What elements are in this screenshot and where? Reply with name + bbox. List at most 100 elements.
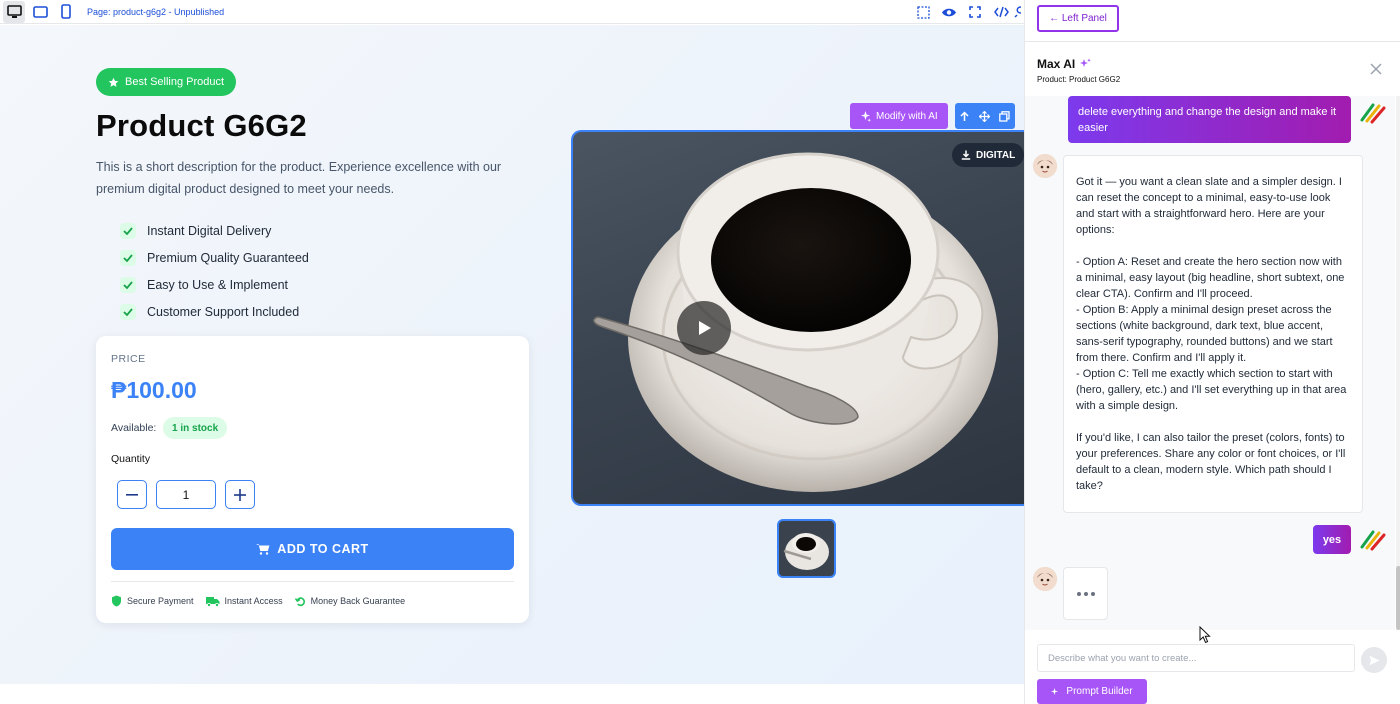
select-area-icon (916, 5, 930, 19)
product-title: Product G6G2 (96, 108, 307, 143)
prompt-builder-label: Prompt Builder (1066, 686, 1133, 697)
fullscreen-button[interactable] (962, 0, 988, 24)
bot-avatar-icon (1033, 154, 1057, 178)
send-icon (1369, 655, 1379, 665)
arrow-up-icon (960, 110, 969, 121)
page-status-label: Page: product-g6g2 - Unpublished (87, 6, 225, 17)
digital-badge: DIGITAL (952, 143, 1025, 167)
check-icon (120, 222, 136, 239)
sparkle-icon (1051, 688, 1059, 695)
quantity-input[interactable] (156, 480, 216, 509)
editor-toolbar: Page: product-g6g2 - Unpublished (0, 0, 1024, 24)
desktop-icon (6, 4, 22, 18)
move-up-button[interactable] (955, 103, 975, 129)
ai-panel-title: Max AI (1037, 57, 1092, 71)
availability-label: Available: (111, 422, 157, 434)
feature-list: Instant Digital Delivery Premium Quality… (120, 217, 309, 325)
mobile-view-button[interactable] (55, 1, 77, 23)
close-icon[interactable] (1369, 62, 1383, 76)
price-label: PRICE (111, 353, 146, 365)
chat-input[interactable] (1037, 644, 1355, 672)
chat-thread: delete everything and change the design … (1025, 96, 1395, 630)
plus-icon (234, 488, 246, 501)
sparkle-icon (860, 110, 871, 122)
refund-icon (294, 596, 305, 606)
duplicate-button[interactable] (995, 103, 1015, 129)
product-description: This is a short description for the prod… (96, 160, 502, 196)
element-tools (954, 103, 1015, 129)
assistant-message: Got it — you want a clean slate and a si… (1063, 155, 1363, 513)
canvas-bottom-area (0, 684, 1024, 704)
truck-icon (205, 596, 220, 607)
modify-with-ai-button[interactable]: Modify with AI (850, 103, 948, 129)
trust-money-back: Money Back Guarantee (294, 596, 405, 607)
check-icon (120, 303, 136, 320)
best-selling-label: Best Selling Product (125, 76, 225, 88)
feature-item: Premium Quality Guaranteed (120, 244, 309, 271)
quantity-label: Quantity (111, 453, 151, 465)
bot-avatar-icon (1033, 567, 1057, 591)
eye-icon (942, 8, 956, 16)
feature-item: Customer Support Included (120, 298, 309, 325)
feature-label: Easy to Use & Implement (147, 277, 289, 292)
chat-scrollbar[interactable] (1396, 96, 1400, 630)
coffee-thumbnail-image (783, 533, 829, 570)
shield-icon (112, 595, 121, 607)
undo-icon (1014, 6, 1022, 18)
user-message: yes (1313, 525, 1351, 554)
move-icon (979, 110, 991, 122)
check-icon (120, 276, 136, 293)
product-main-image[interactable] (571, 130, 1024, 506)
typing-indicator (1063, 567, 1108, 620)
price-value: ₱100.00 (111, 377, 197, 403)
tablet-icon (32, 5, 48, 18)
user-avatar-icon (1360, 530, 1386, 551)
drag-handle[interactable] (975, 103, 995, 129)
code-view-button[interactable] (988, 0, 1014, 24)
preview-button[interactable] (936, 0, 962, 24)
feature-label: Premium Quality Guaranteed (147, 250, 309, 265)
tablet-view-button[interactable] (29, 1, 51, 23)
select-area-button[interactable] (910, 0, 936, 24)
feature-item: Instant Digital Delivery (120, 217, 309, 244)
minus-icon (126, 493, 138, 496)
price-card: PRICE ₱100.00 Available: 1 in stock Quan… (96, 336, 529, 623)
element-toolbar: Modify with AI (850, 103, 1015, 129)
coffee-cup-image (593, 152, 998, 492)
add-to-cart-button[interactable]: ADD TO CART (111, 528, 514, 570)
send-button[interactable] (1361, 647, 1387, 673)
digital-badge-label: DIGITAL (976, 149, 1016, 161)
feature-label: Instant Digital Delivery (147, 223, 272, 238)
user-message: delete everything and change the design … (1068, 96, 1351, 143)
check-icon (120, 249, 136, 266)
stock-badge: 1 in stock (163, 417, 228, 439)
card-divider (111, 581, 514, 582)
product-thumbnail[interactable] (777, 519, 836, 578)
left-panel-button[interactable]: ← Left Panel (1037, 5, 1119, 32)
chat-scrollbar-thumb[interactable] (1396, 566, 1400, 630)
quantity-decrease-button[interactable] (117, 480, 147, 509)
undo-button[interactable] (1014, 0, 1024, 24)
desktop-view-button[interactable] (3, 0, 25, 23)
mobile-icon (61, 4, 71, 19)
mouse-cursor-icon (1199, 626, 1211, 644)
code-icon (993, 6, 1009, 18)
trust-badges: Secure Payment Instant Access Money Back… (111, 595, 417, 607)
sparkle-icon (1080, 58, 1092, 67)
feature-item: Easy to Use & Implement (120, 271, 309, 298)
trust-instant-access: Instant Access (205, 596, 283, 607)
panel-divider (1025, 41, 1400, 42)
download-icon (961, 150, 971, 160)
best-selling-badge: Best Selling Product (96, 68, 237, 96)
star-icon (108, 77, 119, 87)
add-to-cart-label: ADD TO CART (277, 542, 369, 556)
ai-panel-subtitle: Product: Product G6G2 (1037, 75, 1121, 84)
fullscreen-icon (969, 6, 981, 18)
user-avatar-icon (1360, 103, 1386, 124)
quantity-increase-button[interactable] (225, 480, 255, 509)
ai-assistant-panel: ← Left Panel Max AI Product: Product G6G… (1024, 0, 1400, 704)
trust-secure-payment: Secure Payment (111, 595, 194, 607)
modify-with-ai-label: Modify with AI (876, 110, 938, 122)
feature-label: Customer Support Included (147, 304, 300, 319)
prompt-builder-button[interactable]: Prompt Builder (1037, 679, 1147, 704)
